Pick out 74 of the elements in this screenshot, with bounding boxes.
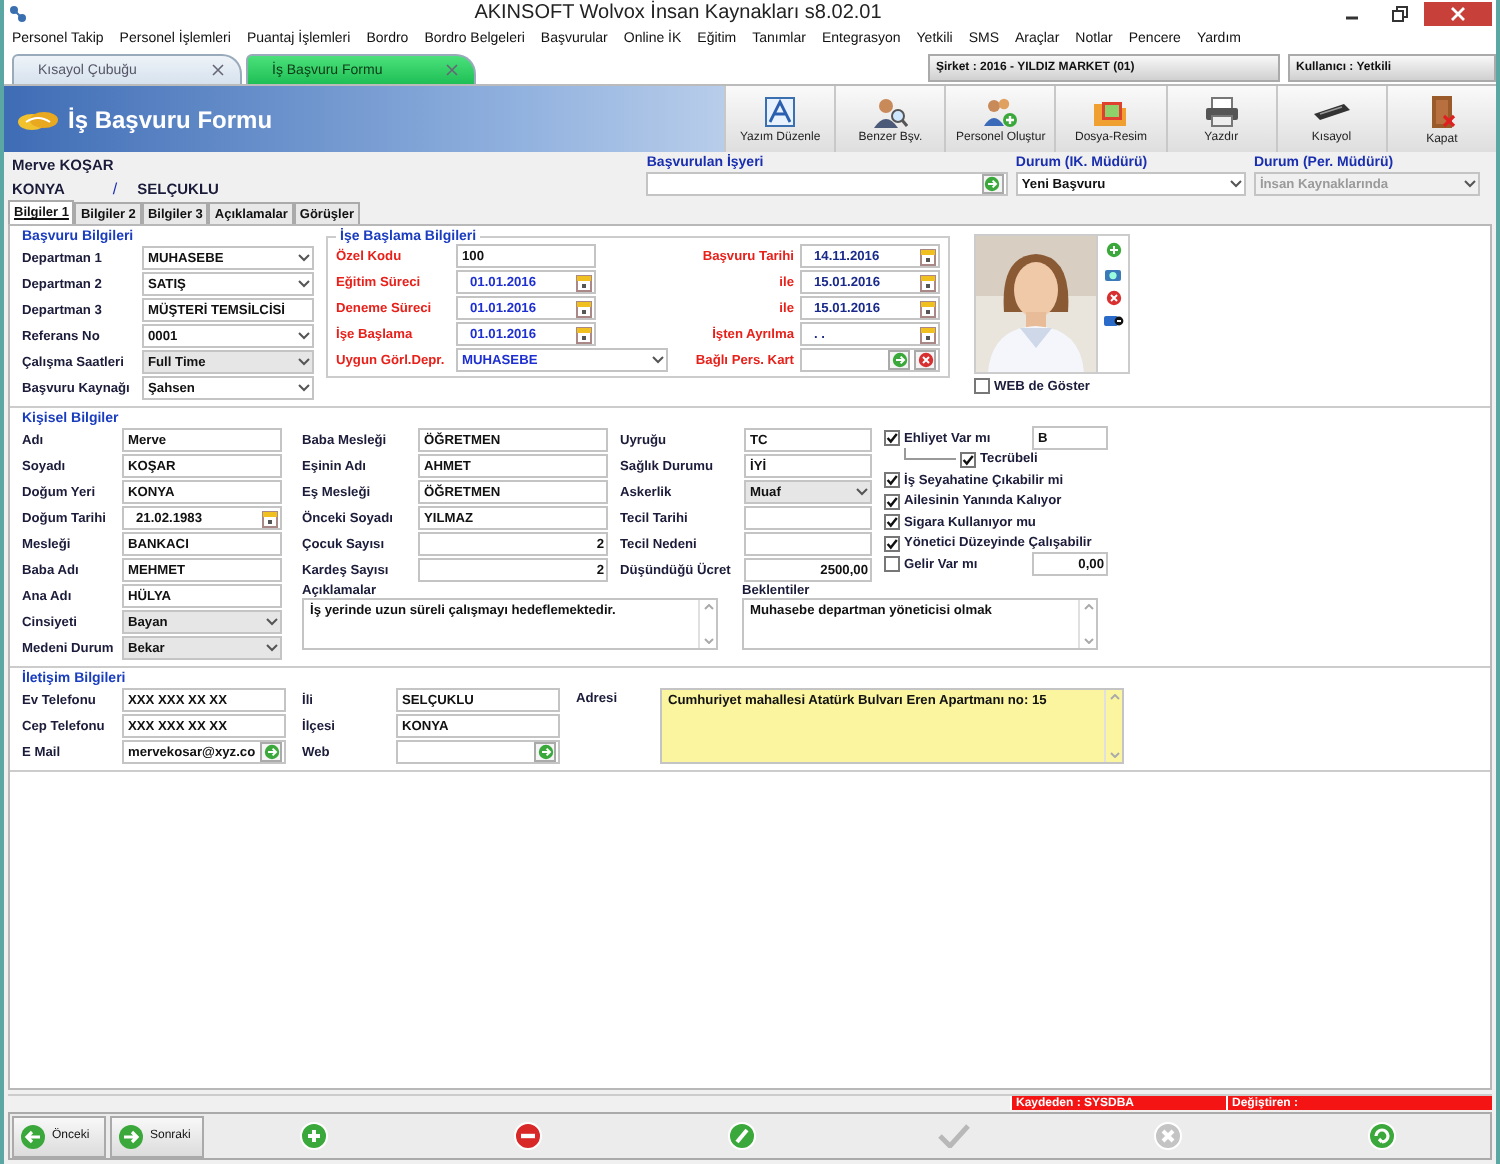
chevron-icon bbox=[266, 644, 278, 652]
checkbox[interactable] bbox=[884, 493, 900, 510]
lookup-button[interactable] bbox=[981, 174, 1004, 194]
arrow-icon bbox=[984, 176, 1001, 192]
calendar-icon bbox=[920, 247, 936, 265]
minus-icon bbox=[514, 1122, 542, 1150]
chevron-icon bbox=[652, 356, 664, 364]
checkbox[interactable] bbox=[884, 472, 900, 489]
input-field[interactable] bbox=[396, 740, 560, 764]
back-arrow-icon bbox=[20, 1123, 46, 1149]
cancel-icon bbox=[1154, 1122, 1183, 1150]
chevron-icon bbox=[298, 332, 310, 340]
input-field[interactable] bbox=[744, 532, 872, 556]
edit-icon bbox=[727, 1122, 756, 1150]
form-header: İş Başvuru Formu bbox=[4, 86, 724, 152]
checkbox[interactable] bbox=[884, 556, 900, 573]
arrow-icon bbox=[263, 744, 279, 760]
arrow-icon bbox=[891, 352, 907, 368]
chevron-icon bbox=[298, 384, 310, 392]
checkbox[interactable] bbox=[884, 535, 900, 552]
printer-icon bbox=[1203, 95, 1240, 127]
people-add-icon bbox=[982, 95, 1019, 127]
check-icon bbox=[886, 432, 898, 445]
delete-photo-icon bbox=[1105, 290, 1121, 306]
scroll-down-icon bbox=[1083, 638, 1093, 644]
calendar-icon bbox=[262, 509, 278, 527]
calendar-icon bbox=[576, 299, 592, 317]
checkmark-icon bbox=[938, 1124, 971, 1148]
window-title: AKINSOFT Wolvox İnsan Kaynakları s8.02.01 bbox=[472, 2, 884, 24]
person-search-icon bbox=[872, 95, 909, 127]
checkbox[interactable] bbox=[884, 430, 900, 447]
chevron-icon bbox=[298, 254, 310, 262]
close-icon bbox=[212, 64, 224, 76]
chevron-icon bbox=[1464, 180, 1476, 188]
checkbox[interactable] bbox=[960, 451, 976, 468]
scroll-up-icon bbox=[703, 604, 713, 610]
remove-icon bbox=[917, 352, 933, 368]
camera-icon bbox=[1104, 266, 1122, 282]
close-icon bbox=[1450, 5, 1466, 21]
arrow-icon bbox=[537, 744, 553, 760]
calendar-icon bbox=[576, 325, 592, 343]
chevron-icon bbox=[298, 358, 310, 366]
lookup-button[interactable] bbox=[534, 742, 556, 762]
calendar-icon bbox=[920, 273, 936, 291]
scroll-up-icon bbox=[1083, 604, 1093, 610]
close-button[interactable] bbox=[1424, 1, 1492, 25]
lookup-button[interactable] bbox=[260, 742, 282, 762]
add-icon bbox=[300, 1122, 329, 1150]
scroll-down-icon bbox=[1109, 752, 1119, 758]
forward-arrow-icon bbox=[118, 1123, 144, 1149]
check-icon bbox=[962, 453, 974, 466]
clear-button[interactable] bbox=[914, 350, 936, 370]
calendar-icon bbox=[920, 325, 936, 343]
input-field[interactable] bbox=[800, 348, 940, 372]
document-edit-icon bbox=[764, 95, 797, 127]
lookup-button[interactable] bbox=[888, 350, 910, 370]
add-photo-icon bbox=[1105, 242, 1121, 258]
checkbox[interactable] bbox=[884, 514, 900, 531]
scroll-down-icon bbox=[703, 638, 713, 644]
scroll-up-icon bbox=[1109, 694, 1119, 700]
refresh-icon bbox=[1367, 1122, 1396, 1150]
close-icon bbox=[446, 64, 458, 76]
chevron-icon bbox=[856, 488, 868, 496]
calendar-icon bbox=[576, 273, 592, 291]
chevron-icon bbox=[266, 618, 278, 626]
calendar-icon bbox=[920, 299, 936, 317]
checkbox[interactable] bbox=[974, 378, 990, 394]
input-field[interactable] bbox=[744, 506, 872, 530]
chevron-icon bbox=[298, 280, 310, 288]
chevron-icon bbox=[1229, 180, 1242, 188]
restore-icon bbox=[1392, 5, 1408, 21]
separator: / bbox=[112, 180, 118, 198]
workplace-field[interactable] bbox=[646, 172, 1008, 196]
app-icon bbox=[8, 3, 28, 23]
